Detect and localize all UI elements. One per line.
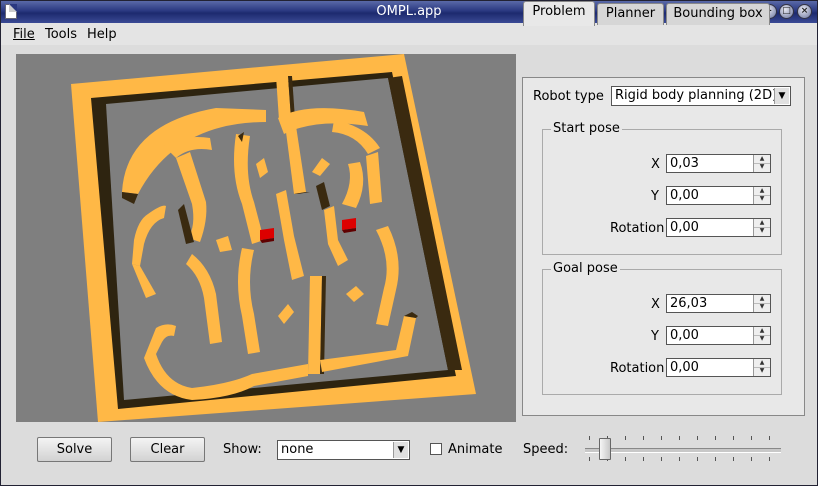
start-pose-title: Start pose [551, 121, 622, 136]
menu-tools[interactable]: Tools [45, 27, 77, 42]
menu-bar: File Tools Help [1, 23, 817, 45]
tab-bounding-box[interactable]: Bounding box [666, 3, 770, 25]
spin-down-icon[interactable]: ▼ [754, 163, 770, 171]
goal-y-spinbox[interactable]: 0,00 ▲ ▼ [666, 326, 771, 345]
goal-x-label: X [651, 297, 660, 312]
menu-file[interactable]: File [13, 27, 35, 42]
spin-down-icon[interactable]: ▼ [754, 367, 770, 375]
show-value: none [281, 442, 314, 457]
robot-goal [342, 218, 356, 230]
maximize-icon[interactable]: □ [779, 4, 794, 19]
chevron-down-icon: ▼ [774, 88, 789, 104]
clear-button[interactable]: Clear [130, 437, 205, 462]
scene-viewport[interactable] [16, 54, 516, 422]
robot-type-value: Rigid body planning (2D) [615, 88, 778, 103]
robot-start [260, 228, 274, 240]
slider-handle[interactable] [598, 438, 611, 460]
slider-track[interactable] [585, 448, 781, 453]
show-label: Show: [223, 442, 262, 457]
solve-button[interactable]: Solve [37, 437, 112, 462]
chevron-down-icon: ▼ [393, 442, 408, 458]
spin-down-icon[interactable]: ▼ [754, 303, 770, 311]
tab-planner[interactable]: Planner [597, 3, 664, 25]
start-rotation-value: 0,00 [670, 220, 699, 235]
spin-down-icon[interactable]: ▼ [754, 195, 770, 203]
start-rotation-label: Rotation [610, 221, 665, 236]
app-window: OMPL.app – □ × File Tools Help [0, 0, 818, 486]
start-rotation-spinbox[interactable]: 0,00 ▲ ▼ [666, 218, 771, 237]
goal-x-spinbox[interactable]: 26,03 ▲ ▼ [666, 294, 771, 313]
goal-rotation-value: 0,00 [670, 360, 699, 375]
maze-scene [71, 54, 476, 422]
start-y-label: Y [651, 189, 659, 204]
goal-rotation-spinbox[interactable]: 0,00 ▲ ▼ [666, 358, 771, 377]
menu-help[interactable]: Help [87, 27, 117, 42]
animate-checkbox[interactable] [430, 443, 442, 455]
start-y-spinbox[interactable]: 0,00 ▲ ▼ [666, 186, 771, 205]
goal-x-value: 26,03 [670, 296, 708, 311]
start-x-spinbox[interactable]: 0,03 ▲ ▼ [666, 154, 771, 173]
speed-label: Speed: [523, 442, 569, 457]
goal-rotation-label: Rotation [610, 361, 665, 376]
start-x-label: X [651, 157, 660, 172]
goal-y-value: 0,00 [670, 328, 699, 343]
robot-type-label: Robot type [533, 89, 604, 104]
goal-pose-title: Goal pose [551, 261, 620, 276]
show-select[interactable]: none ▼ [277, 440, 410, 460]
close-icon[interactable]: × [797, 4, 812, 19]
spin-down-icon[interactable]: ▼ [754, 227, 770, 235]
robot-type-select[interactable]: Rigid body planning (2D) ▼ [611, 86, 791, 106]
start-x-value: 0,03 [670, 156, 699, 171]
start-y-value: 0,00 [670, 188, 699, 203]
spin-down-icon[interactable]: ▼ [754, 335, 770, 343]
tab-problem[interactable]: Problem [523, 1, 595, 26]
animate-label: Animate [448, 442, 503, 457]
goal-y-label: Y [651, 329, 659, 344]
